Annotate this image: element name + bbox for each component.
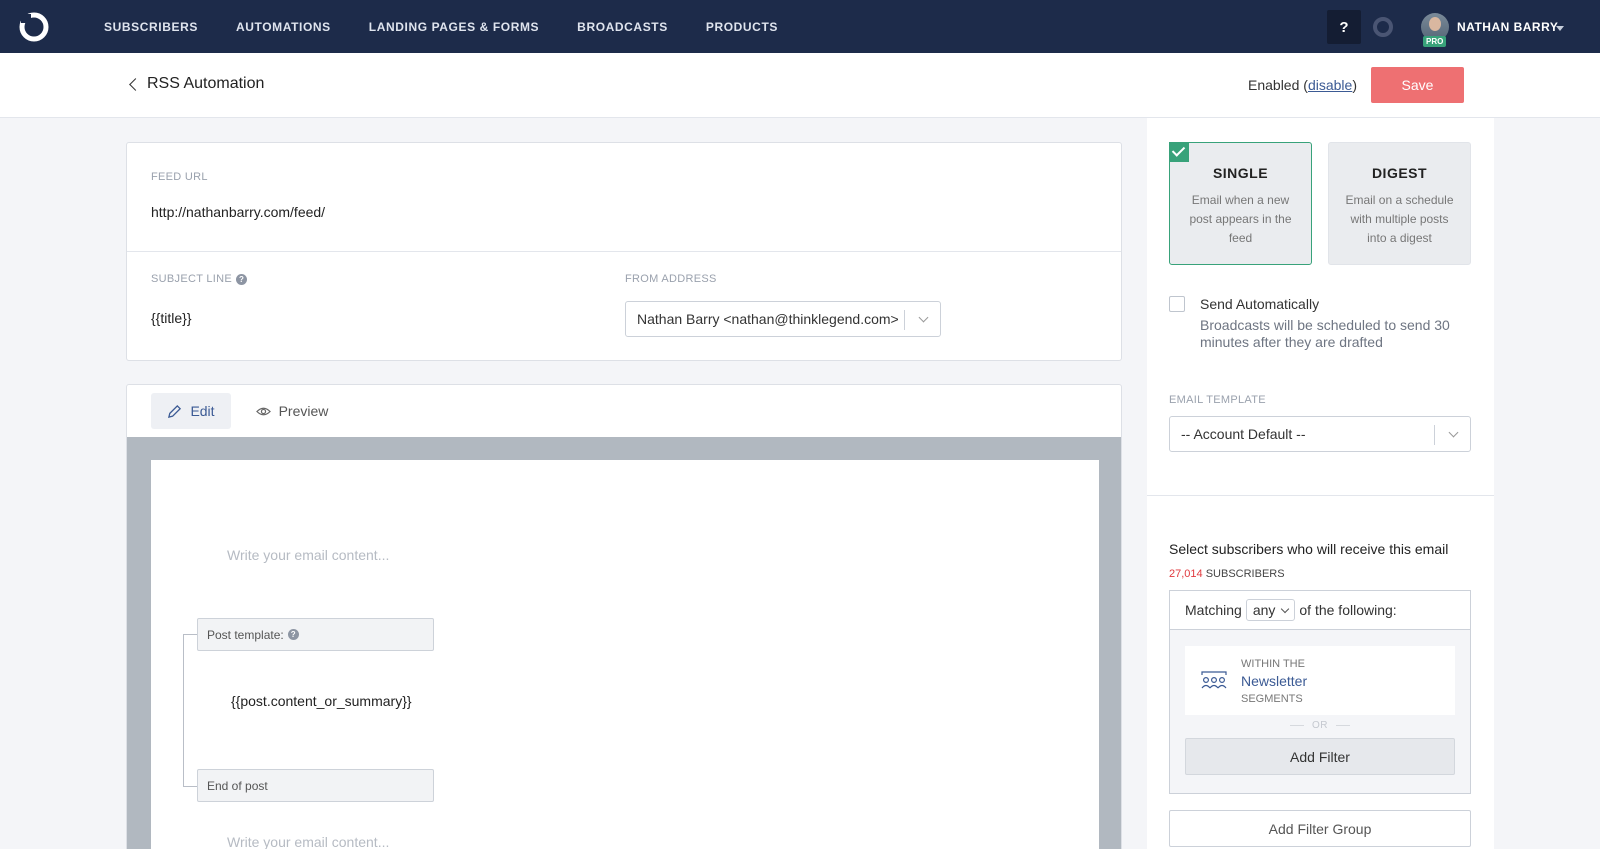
add-filter-group-button[interactable]: Add Filter Group — [1169, 810, 1471, 847]
convertkit-logo-icon[interactable] — [18, 11, 50, 43]
matching-prefix: Matching — [1185, 602, 1242, 618]
chevron-down-icon — [918, 312, 929, 323]
mode-single-title: SINGLE — [1212, 165, 1269, 181]
content-placeholder[interactable]: Write your email content... — [227, 547, 389, 563]
subject-line-input[interactable]: {{title}} — [151, 310, 192, 326]
help-circle-icon[interactable]: ? — [287, 629, 299, 640]
subject-line-label-text: SUBJECT LINE — [151, 273, 233, 285]
filter-match-row: Matching any of the following: — [1170, 591, 1470, 630]
disable-link[interactable]: disable — [1308, 77, 1352, 93]
status-suffix: ) — [1352, 77, 1357, 93]
subscriber-count-number: 27,014 — [1169, 568, 1203, 580]
matching-value: any — [1252, 602, 1276, 618]
subject-line-label: SUBJECT LINE? — [151, 273, 248, 285]
add-filter-button[interactable]: Add Filter — [1185, 738, 1455, 775]
nav-links: SUBSCRIBERS AUTOMATIONS LANDING PAGES & … — [104, 0, 816, 53]
segment-filter-card[interactable]: WITHIN THE Newsletter SEGMENTS — [1185, 646, 1455, 715]
post-template-block[interactable]: Post template: ? — [197, 618, 434, 651]
email-editor-card: Edit Preview Write your email content...… — [126, 384, 1122, 849]
matching-select[interactable]: any — [1245, 599, 1296, 621]
avatar-face — [1429, 17, 1441, 31]
post-loop-bracket — [183, 634, 197, 787]
settings-sidebar: SINGLE Email when a new post appears in … — [1147, 118, 1494, 849]
subscriber-count-suffix: SUBSCRIBERS — [1205, 568, 1285, 580]
matching-suffix: of the following: — [1299, 602, 1397, 618]
page-header: RSS Automation Enabled (disable) Save — [0, 53, 1600, 118]
checkmark-icon — [1169, 142, 1189, 162]
email-template-value: -- Account Default -- — [1181, 426, 1306, 442]
back-chevron-icon[interactable] — [129, 78, 142, 91]
end-of-post-block[interactable]: End of post — [197, 769, 434, 802]
tab-preview-label: Preview — [278, 403, 329, 419]
from-address-value: Nathan Barry <nathan@thinklegend.com> — [637, 311, 899, 327]
segment-name-link[interactable]: Newsletter — [1241, 673, 1307, 689]
chevron-down-icon — [1448, 427, 1459, 438]
email-template-select[interactable]: -- Account Default -- — [1169, 416, 1471, 452]
mode-single-desc: Email when a new post appears in the fee… — [1189, 193, 1292, 245]
recipients-heading: Select subscribers who will receive this… — [1169, 541, 1449, 557]
pencil-icon — [168, 404, 182, 418]
caret-down-icon[interactable] — [1556, 26, 1564, 31]
email-template-label: EMAIL TEMPLATE — [1169, 394, 1266, 406]
from-address-label: FROM ADDRESS — [625, 273, 717, 285]
select-separator — [1434, 425, 1435, 445]
tab-edit[interactable]: Edit — [151, 393, 231, 429]
subscriber-count: 27,014 SUBSCRIBERS — [1169, 568, 1285, 580]
feed-settings-card: FEED URL http://nathanbarry.com/feed/ SU… — [126, 142, 1122, 361]
chevron-down-icon — [1281, 604, 1290, 613]
help-circle-icon[interactable]: ? — [236, 273, 248, 285]
send-automatically-label[interactable]: Send Automatically — [1200, 296, 1319, 312]
nav-products[interactable]: PRODUCTS — [706, 20, 778, 34]
filter-group: Matching any of the following: WITHIN TH… — [1169, 590, 1471, 794]
mode-digest-option[interactable]: DIGEST Email on a schedule with multiple… — [1328, 142, 1471, 265]
user-name[interactable]: NATHAN BARRY — [1457, 20, 1558, 34]
from-address-select[interactable]: Nathan Barry <nathan@thinklegend.com> — [625, 301, 941, 337]
divider — [127, 251, 1121, 252]
nav-subscribers[interactable]: SUBSCRIBERS — [104, 20, 198, 34]
pro-badge: PRO — [1423, 36, 1447, 47]
nav-landing-pages-forms[interactable]: LANDING PAGES & FORMS — [369, 20, 539, 34]
status-prefix: Enabled ( — [1248, 77, 1308, 93]
post-content-tag[interactable]: {{post.content_or_summary}} — [231, 693, 412, 709]
status-text: Enabled (disable) — [1248, 77, 1357, 93]
post-template-label: Post template: — [207, 627, 284, 642]
page-title: RSS Automation — [147, 75, 265, 92]
mode-digest-title: DIGEST — [1371, 165, 1428, 181]
help-button[interactable]: ? — [1327, 10, 1361, 44]
nav-automations[interactable]: AUTOMATIONS — [236, 20, 331, 34]
eye-icon — [255, 407, 271, 415]
or-separator: OR — [1170, 720, 1470, 731]
top-nav: SUBSCRIBERS AUTOMATIONS LANDING PAGES & … — [0, 0, 1600, 53]
feed-url-input[interactable]: http://nathanbarry.com/feed/ — [151, 204, 325, 220]
divider — [1147, 495, 1494, 496]
status-ring-icon[interactable] — [1373, 17, 1393, 37]
send-automatically-checkbox[interactable] — [1169, 296, 1185, 312]
email-content-area[interactable]: Write your email content... Post templat… — [151, 460, 1099, 849]
tab-preview[interactable]: Preview — [247, 393, 337, 429]
mode-single-option[interactable]: SINGLE Email when a new post appears in … — [1169, 142, 1312, 265]
save-button[interactable]: Save — [1371, 67, 1464, 103]
nav-broadcasts[interactable]: BROADCASTS — [577, 20, 668, 34]
select-separator — [904, 310, 905, 330]
feed-url-label: FEED URL — [151, 171, 208, 183]
segment-group-icon — [1201, 671, 1227, 689]
segment-type-label: SEGMENTS — [1241, 693, 1303, 705]
content-placeholder-bottom[interactable]: Write your email content... — [227, 834, 389, 849]
end-of-post-label: End of post — [207, 778, 268, 793]
segment-within-label: WITHIN THE — [1241, 658, 1305, 670]
editor-canvas: Write your email content... Post templat… — [127, 437, 1121, 849]
tab-edit-label: Edit — [190, 403, 215, 419]
send-automatically-desc: Broadcasts will be scheduled to send 30 … — [1200, 317, 1450, 350]
mode-digest-desc: Email on a schedule with multiple posts … — [1345, 193, 1454, 245]
avatar[interactable]: PRO — [1421, 13, 1449, 47]
